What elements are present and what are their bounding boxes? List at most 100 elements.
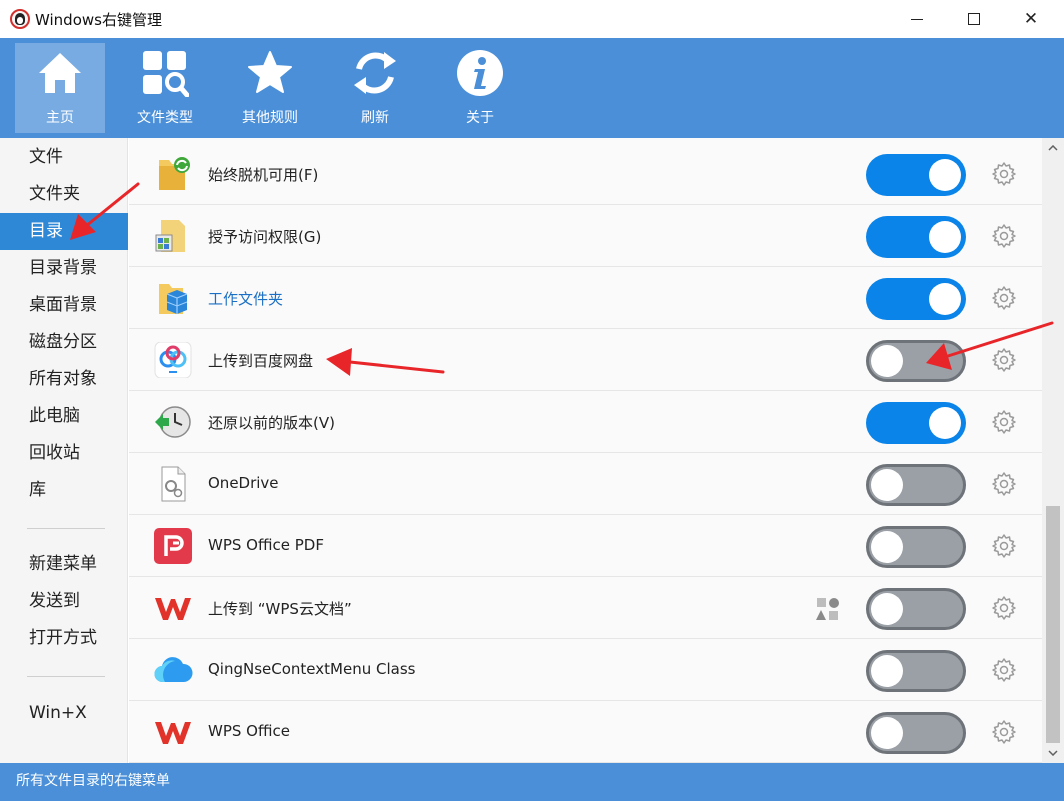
vertical-scrollbar[interactable] bbox=[1042, 138, 1064, 763]
toolbar-refresh-button[interactable]: 刷新 bbox=[330, 43, 420, 133]
list-item: 还原以前的版本(V) bbox=[129, 391, 1042, 453]
sidebar-item-disk-partition[interactable]: 磁盘分区 bbox=[0, 324, 128, 361]
scroll-down-button[interactable] bbox=[1042, 743, 1064, 763]
close-button[interactable]: ✕ bbox=[1008, 0, 1054, 38]
status-text: 所有文件目录的右键菜单 bbox=[16, 773, 170, 789]
gear-icon[interactable] bbox=[991, 533, 1017, 559]
gear-icon[interactable] bbox=[991, 719, 1017, 745]
sidebar-item-file[interactable]: 文件 bbox=[0, 139, 128, 176]
gear-icon[interactable] bbox=[991, 223, 1017, 249]
toggle-knob bbox=[929, 159, 961, 191]
sidebar-item-desktop-background[interactable]: 桌面背景 bbox=[0, 287, 128, 324]
refresh-icon bbox=[354, 52, 396, 94]
cloud-icon bbox=[154, 657, 193, 683]
toolbar-label: 主页 bbox=[46, 110, 74, 126]
scrollbar-thumb[interactable] bbox=[1046, 506, 1060, 743]
close-icon: ✕ bbox=[1023, 9, 1039, 29]
row-label: 始终脱机可用(F) bbox=[208, 166, 319, 184]
wps-icon bbox=[155, 598, 191, 620]
toggle-knob bbox=[929, 283, 961, 315]
file-type-search-icon bbox=[143, 51, 189, 97]
enable-toggle[interactable] bbox=[866, 588, 966, 630]
row-label: 上传到 “WPS云文档” bbox=[208, 600, 352, 618]
row-label: 上传到百度网盘 bbox=[208, 352, 314, 370]
sidebar-item-recycle-bin[interactable]: 回收站 bbox=[0, 435, 128, 472]
toolbar-label: 刷新 bbox=[361, 110, 389, 126]
toggle-knob bbox=[871, 345, 903, 377]
enable-toggle[interactable] bbox=[866, 526, 966, 568]
row-label: OneDrive bbox=[208, 474, 279, 492]
home-icon bbox=[39, 53, 81, 93]
list-item: WPS Office PDF bbox=[129, 515, 1042, 577]
baidu-netdisk-icon bbox=[154, 342, 192, 378]
toolbar-file-types-button[interactable]: 文件类型 bbox=[120, 43, 210, 133]
chevron-down-icon bbox=[1048, 750, 1058, 756]
title-bar: Windows右键管理 ✕ bbox=[0, 0, 1064, 38]
sidebar-item-win-x[interactable]: Win+X bbox=[0, 695, 128, 732]
gear-icon[interactable] bbox=[991, 657, 1017, 683]
sidebar-item-library[interactable]: 库 bbox=[0, 472, 128, 509]
scroll-up-button[interactable] bbox=[1042, 138, 1064, 158]
sidebar-item-folder[interactable]: 文件夹 bbox=[0, 176, 128, 213]
minimize-button[interactable] bbox=[894, 0, 940, 38]
status-bar: 所有文件目录的右键菜单 bbox=[0, 763, 1064, 801]
sidebar-item-this-pc[interactable]: 此电脑 bbox=[0, 398, 128, 435]
sidebar-item-send-to[interactable]: 发送到 bbox=[0, 583, 128, 620]
sidebar-item-new-menu[interactable]: 新建菜单 bbox=[0, 546, 128, 583]
toggle-knob bbox=[871, 593, 903, 625]
list-item: 工作文件夹 bbox=[129, 267, 1042, 329]
list-item: 上传到百度网盘 bbox=[129, 329, 1042, 391]
row-label: QingNseContextMenu Class bbox=[208, 660, 416, 678]
list-item: 授予访问权限(G) bbox=[129, 205, 1042, 267]
work-folders-icon bbox=[159, 284, 188, 314]
toggle-knob bbox=[871, 655, 903, 687]
gear-icon[interactable] bbox=[991, 161, 1017, 187]
enable-toggle[interactable] bbox=[866, 650, 966, 692]
app-logo-icon bbox=[10, 9, 30, 29]
enable-toggle[interactable] bbox=[866, 216, 966, 258]
gear-icon[interactable] bbox=[991, 471, 1017, 497]
enable-toggle[interactable] bbox=[866, 340, 966, 382]
shapes-icon[interactable] bbox=[815, 596, 841, 622]
sidebar-item-directory-background[interactable]: 目录背景 bbox=[0, 250, 128, 287]
folder-sync-icon bbox=[159, 157, 190, 190]
list-item: WPS Office bbox=[129, 701, 1042, 763]
enable-toggle[interactable] bbox=[866, 712, 966, 754]
list-item: OneDrive bbox=[129, 453, 1042, 515]
onedrive-file-icon bbox=[161, 466, 186, 502]
list-item: 始终脱机可用(F) bbox=[129, 143, 1042, 205]
restore-clock-icon bbox=[155, 406, 191, 438]
minimize-icon bbox=[911, 18, 923, 20]
sidebar-item-all-objects[interactable]: 所有对象 bbox=[0, 361, 128, 398]
sidebar-divider bbox=[27, 676, 105, 677]
sidebar-divider bbox=[27, 528, 105, 529]
row-label: 授予访问权限(G) bbox=[208, 228, 322, 246]
main-toolbar: 主页 文件类型 其他规则 刷新 关于 bbox=[0, 38, 1064, 138]
toolbar-label: 关于 bbox=[466, 110, 494, 126]
toolbar-about-button[interactable]: 关于 bbox=[435, 43, 525, 133]
enable-toggle[interactable] bbox=[866, 402, 966, 444]
toolbar-label: 文件类型 bbox=[137, 110, 193, 126]
toolbar-other-rules-button[interactable]: 其他规则 bbox=[225, 43, 315, 133]
toolbar-home-button[interactable]: 主页 bbox=[15, 43, 105, 133]
enable-toggle[interactable] bbox=[866, 154, 966, 196]
sidebar: 文件 文件夹 目录 目录背景 桌面背景 磁盘分区 所有对象 此电脑 回收站 库 … bbox=[0, 138, 128, 763]
toggle-knob bbox=[929, 407, 961, 439]
maximize-button[interactable] bbox=[951, 0, 997, 38]
enable-toggle[interactable] bbox=[866, 278, 966, 320]
sidebar-item-directory[interactable]: 目录 bbox=[0, 213, 128, 250]
wps-pdf-icon bbox=[154, 528, 192, 564]
gear-icon[interactable] bbox=[991, 409, 1017, 435]
context-menu-list: 始终脱机可用(F) 授予访问权限(G) 工作文件夹 上传到百度网盘 还原以前的版… bbox=[129, 138, 1042, 763]
list-item: QingNseContextMenu Class bbox=[129, 639, 1042, 701]
star-icon bbox=[248, 51, 292, 93]
sidebar-item-open-with[interactable]: 打开方式 bbox=[0, 620, 128, 657]
gear-icon[interactable] bbox=[991, 285, 1017, 311]
toggle-knob bbox=[871, 469, 903, 501]
enable-toggle[interactable] bbox=[866, 464, 966, 506]
gear-icon[interactable] bbox=[991, 595, 1017, 621]
maximize-icon bbox=[968, 13, 980, 25]
toggle-knob bbox=[871, 717, 903, 749]
gear-icon[interactable] bbox=[991, 347, 1017, 373]
row-label[interactable]: 工作文件夹 bbox=[208, 288, 283, 309]
